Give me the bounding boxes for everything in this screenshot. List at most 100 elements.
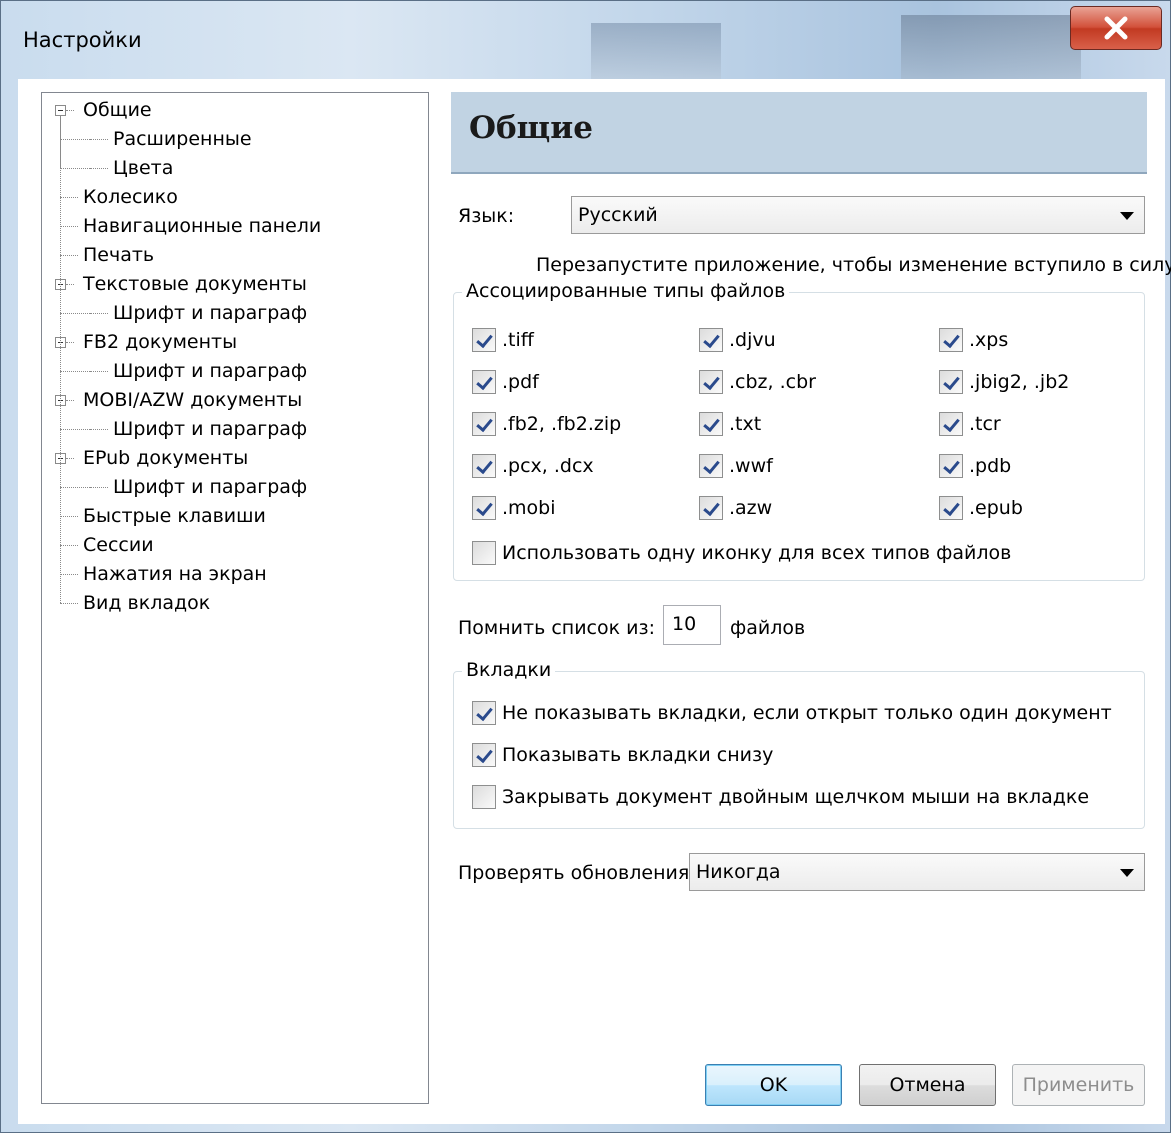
tree-item[interactable]: Текстовые документы [83,271,307,297]
tree-item[interactable]: Шрифт и параграф [113,416,307,442]
filetype-checkbox[interactable]: .mobi [472,493,556,523]
checkmark-icon [476,498,493,517]
checkbox-box [472,743,496,767]
checkmark-icon [943,456,960,475]
tabs-group-title: Вкладки [462,659,556,681]
checkmark-icon [476,414,493,433]
checkmark-icon [476,703,493,722]
checkmark-icon [703,330,720,349]
tree-item[interactable]: Расширенные [113,126,252,152]
checkbox-box [939,496,963,520]
remember-count-input[interactable]: 10 [663,605,721,645]
filetype-checkbox[interactable]: .djvu [699,325,776,355]
filetype-checkbox[interactable]: .pdf [472,367,539,397]
tree-item[interactable]: Колесико [83,184,178,210]
ok-button[interactable]: OK [705,1064,842,1106]
close-icon [1104,16,1128,40]
checkbox-box [939,370,963,394]
checkbox-box [699,454,723,478]
checkmark-icon [703,456,720,475]
checkbox-box [939,328,963,352]
checkbox-box [699,370,723,394]
checkmark-icon [943,498,960,517]
checkbox-box [699,328,723,352]
filetype-checkbox[interactable]: .xps [939,325,1008,355]
checkmark-icon [943,372,960,391]
tabs-group: Вкладки Не показывать вкладки, если откр… [453,659,1145,829]
settings-window: Настройки Общие Расширенные Цвета Колесико Н… [0,0,1171,1133]
title-bar[interactable]: Настройки [1,1,1170,79]
tree-item[interactable]: Цвета [113,155,173,181]
tree-item[interactable]: FB2 документы [83,329,237,355]
filetype-checkbox[interactable]: .wwf [699,451,773,481]
checkmark-icon [476,372,493,391]
checkmark-icon [943,414,960,433]
tree-item[interactable]: Вид вкладок [83,590,210,616]
tree-item[interactable]: Шрифт и параграф [113,358,307,384]
checkmark-icon [476,745,493,764]
checkbox-box [699,496,723,520]
filetype-checkbox[interactable]: .pcx, .dcx [472,451,594,481]
updates-select[interactable]: Никогда [689,853,1145,891]
filetype-checkbox[interactable]: .txt [699,409,761,439]
single-icon-checkbox[interactable]: Использовать одну иконку для всех типов … [472,538,1011,568]
tabs-option-checkbox[interactable]: Закрывать документ двойным щелчком мыши … [472,782,1089,812]
checkmark-icon [703,498,720,517]
tabs-option-checkbox[interactable]: Не показывать вкладки, если открыт тольк… [472,698,1112,728]
tree-item[interactable]: Сессии [83,532,154,558]
restart-note: Перезапустите приложение, чтобы изменени… [536,254,1171,276]
tree-item[interactable]: Шрифт и параграф [113,474,307,500]
tree-item[interactable]: Навигационные панели [83,213,321,239]
chevron-down-icon [1120,212,1134,220]
dialog-client: Общие Расширенные Цвета Колесико Навигационн… [18,79,1171,1124]
tree-item[interactable]: EPub документы [83,445,248,471]
checkbox-box [472,496,496,520]
language-label: Язык: [458,205,515,227]
tree-item[interactable]: Общие [83,97,152,123]
filetype-checkbox[interactable]: .pdb [939,451,1011,481]
checkmark-icon [703,414,720,433]
window-title: Настройки [23,28,142,52]
section-title: Общие [469,110,593,146]
filetype-checkbox[interactable]: .jbig2, .jb2 [939,367,1069,397]
checkmark-icon [943,330,960,349]
checkbox-box [472,328,496,352]
tree-item[interactable]: MOBI/AZW документы [83,387,302,413]
checkmark-icon [476,456,493,475]
checkbox-box [472,785,496,809]
tree-item[interactable]: Быстрые клавиши [83,503,266,529]
updates-label: Проверять обновления: [458,862,696,884]
filetype-checkbox[interactable]: .tcr [939,409,1001,439]
remember-suffix: файлов [730,617,806,639]
filetype-checkbox[interactable]: .cbz, .cbr [699,367,816,397]
checkbox-box [699,412,723,436]
filetype-checkbox[interactable]: .azw [699,493,772,523]
tabs-option-checkbox[interactable]: Показывать вкладки снизу [472,740,773,770]
tree-item[interactable]: Шрифт и параграф [113,300,307,326]
remember-label: Помнить список из: [458,617,655,639]
close-button[interactable] [1070,6,1162,50]
checkbox-box [472,454,496,478]
filetype-checkbox[interactable]: .tiff [472,325,534,355]
checkbox-box [472,541,496,565]
checkbox-box [472,370,496,394]
collapse-icon[interactable] [55,105,66,116]
cancel-button[interactable]: Отмена [859,1064,996,1106]
tree-item[interactable]: Печать [83,242,154,268]
filetype-checkbox[interactable]: .epub [939,493,1023,523]
checkbox-box [939,412,963,436]
checkbox-box [472,701,496,725]
language-value: Русский [578,204,658,226]
tree-item[interactable]: Нажатия на экран [83,561,267,587]
apply-button[interactable]: Применить [1012,1064,1145,1106]
settings-tree[interactable]: Общие Расширенные Цвета Колесико Навигационн… [41,92,429,1104]
checkbox-box [939,454,963,478]
section-header: Общие [451,92,1147,174]
filetype-checkbox[interactable]: .fb2, .fb2.zip [472,409,621,439]
chevron-down-icon [1120,869,1134,877]
language-select[interactable]: Русский [571,196,1145,234]
checkbox-box [472,412,496,436]
assoc-group-title: Ассоциированные типы файлов [462,280,790,302]
updates-value: Никогда [696,861,781,883]
checkmark-icon [476,330,493,349]
